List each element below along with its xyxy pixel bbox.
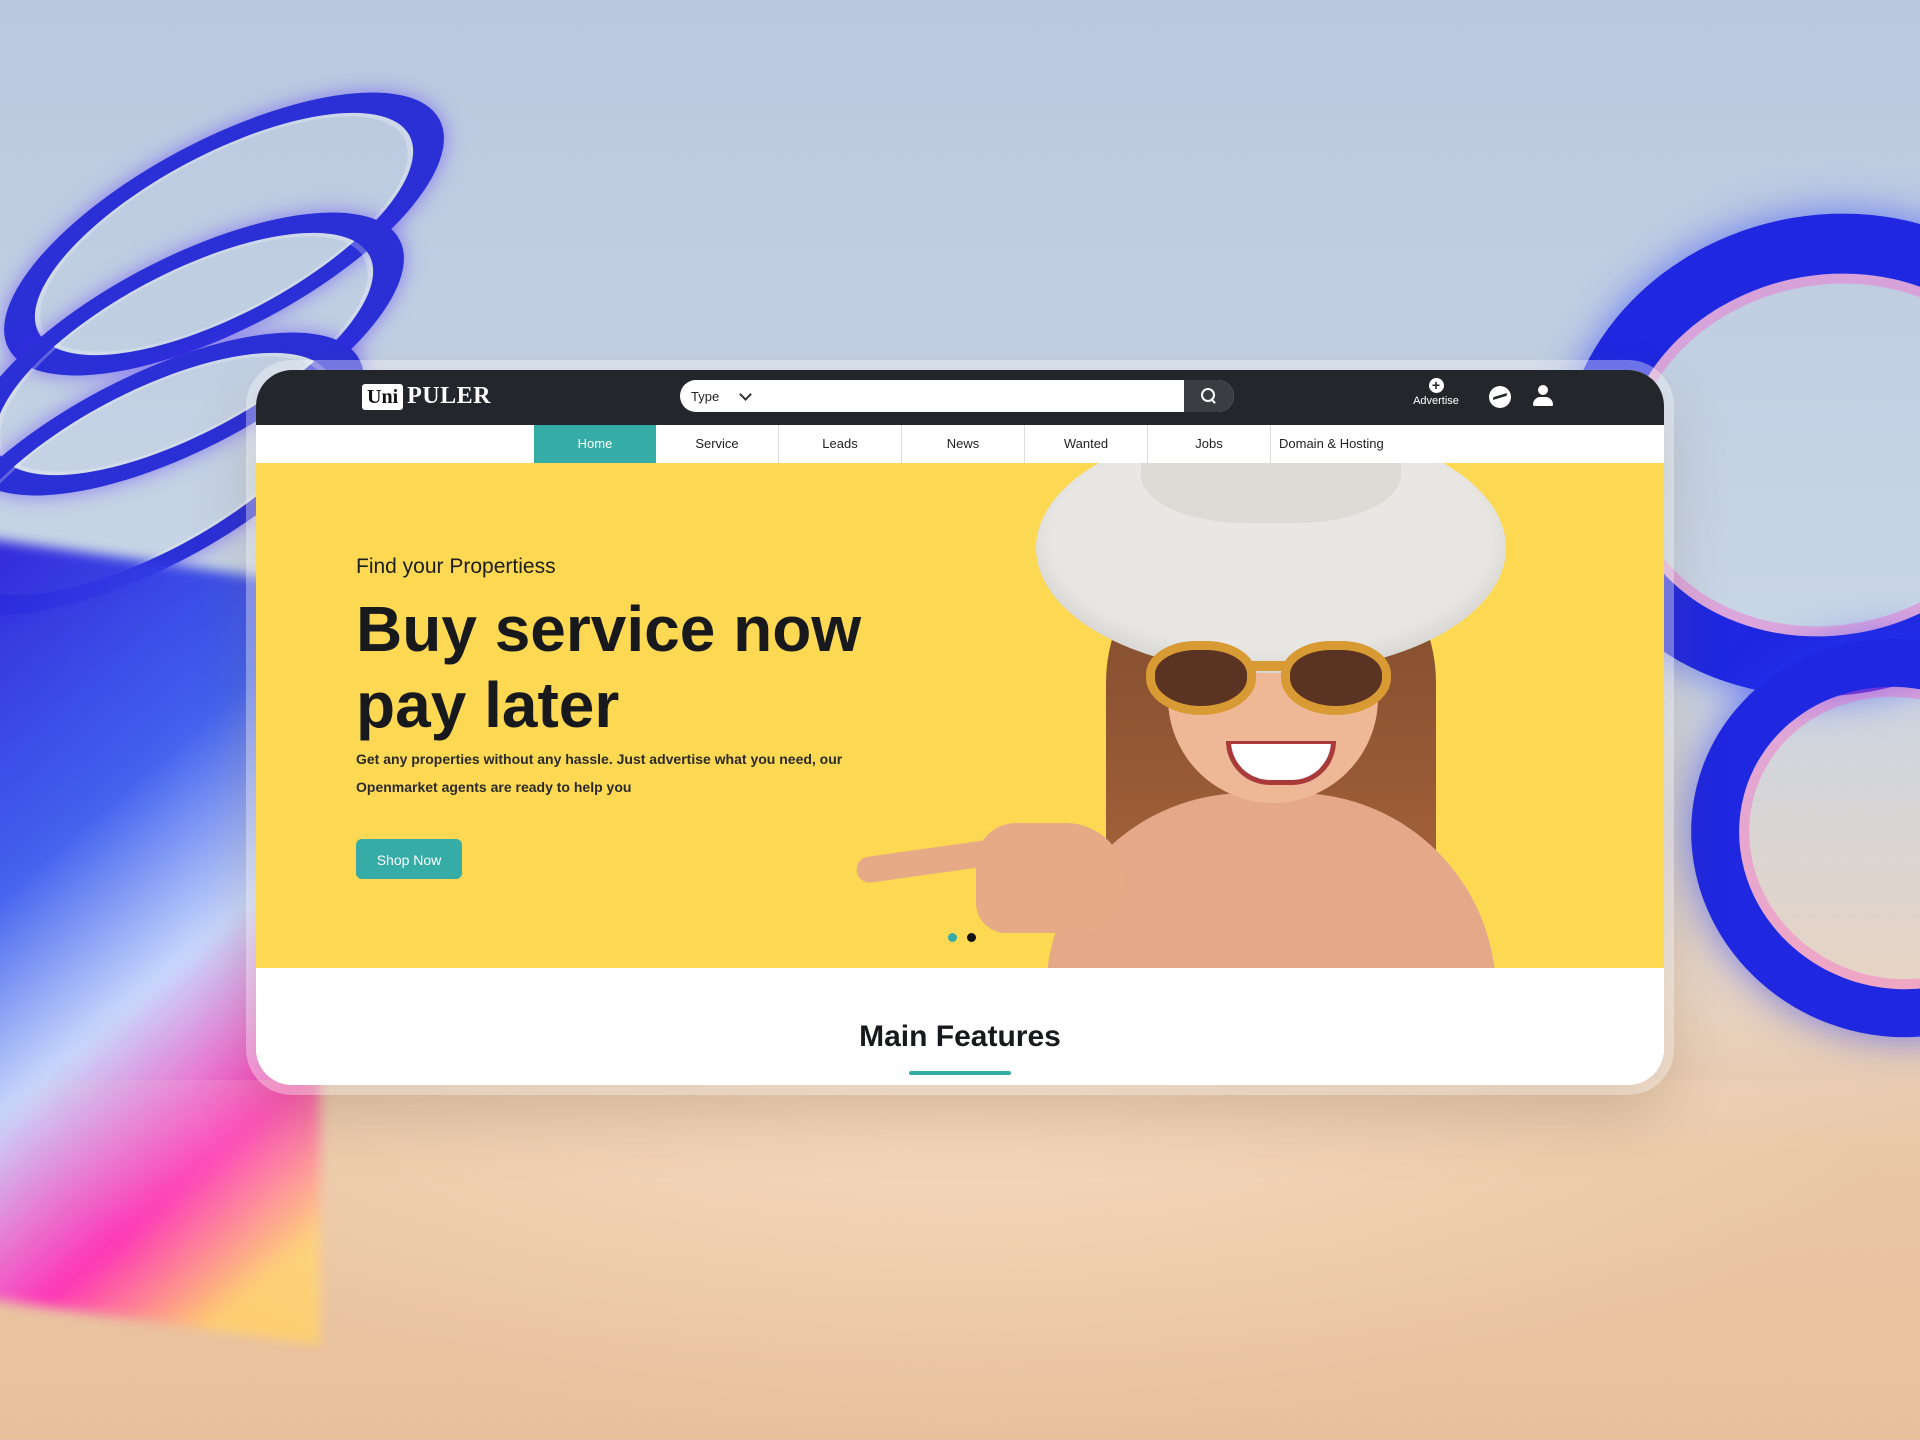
advertise-label: Advertise	[1413, 395, 1459, 407]
hero-eyebrow: Find your Propertiess	[356, 555, 556, 578]
logo-mark: Uni	[362, 383, 404, 410]
hero-banner: Find your Propertiess Buy service now pa…	[256, 463, 1664, 968]
advertise-button[interactable]: + Advertise	[1408, 378, 1464, 408]
carousel-dot-2[interactable]	[967, 933, 976, 942]
features-title: Main Features	[859, 1020, 1061, 1053]
hero-headline: Buy service now pay later	[356, 593, 862, 741]
hero-image	[854, 463, 1664, 968]
nav-item-jobs[interactable]: Jobs	[1148, 425, 1271, 463]
search-button[interactable]	[1184, 380, 1234, 412]
decor-sand	[0, 1080, 1920, 1440]
nav-item-service[interactable]: Service	[656, 425, 779, 463]
messenger-icon[interactable]	[1489, 386, 1511, 408]
browser-window: Uni PULER Type + Advertise Home Service	[256, 370, 1664, 1085]
top-bar: Uni PULER Type + Advertise	[256, 370, 1664, 425]
hero-image-sunglasses	[1146, 641, 1396, 721]
user-icon[interactable]	[1533, 385, 1553, 407]
user-icon-head	[1538, 385, 1548, 395]
type-dropdown-label: Type	[691, 388, 720, 404]
logo[interactable]: Uni PULER	[362, 383, 491, 410]
chevron-down-icon	[739, 387, 753, 401]
plus-icon: +	[1428, 378, 1444, 393]
logo-text: PULER	[407, 383, 491, 409]
nav-item-domain-hosting[interactable]: Domain & Hosting	[1271, 425, 1392, 463]
type-dropdown[interactable]: Type	[680, 387, 787, 404]
shop-now-button[interactable]: Shop Now	[356, 839, 462, 879]
nav-item-home[interactable]: Home	[534, 425, 656, 463]
search-icon	[1200, 387, 1215, 402]
sunglasses-lens-left	[1146, 641, 1256, 715]
decor-ring-2	[1634, 580, 1920, 1096]
features-underline	[909, 1071, 1011, 1075]
nav-item-leads[interactable]: Leads	[779, 425, 902, 463]
sunglasses-lens-right	[1281, 641, 1391, 715]
search-input[interactable]	[787, 380, 1184, 412]
main-nav: Home Service Leads News Wanted Jobs Doma…	[256, 425, 1664, 464]
carousel-dots	[948, 933, 976, 942]
search-bar: Type	[680, 380, 1234, 412]
hero-image-hand	[976, 823, 1126, 933]
nav-item-news[interactable]: News	[902, 425, 1025, 463]
nav-item-wanted[interactable]: Wanted	[1025, 425, 1148, 463]
user-icon-body	[1533, 397, 1553, 406]
carousel-dot-1[interactable]	[948, 933, 957, 942]
main-features-section: Main Features	[256, 968, 1664, 1085]
hero-subtext: Get any properties without any hassle. J…	[356, 751, 843, 795]
